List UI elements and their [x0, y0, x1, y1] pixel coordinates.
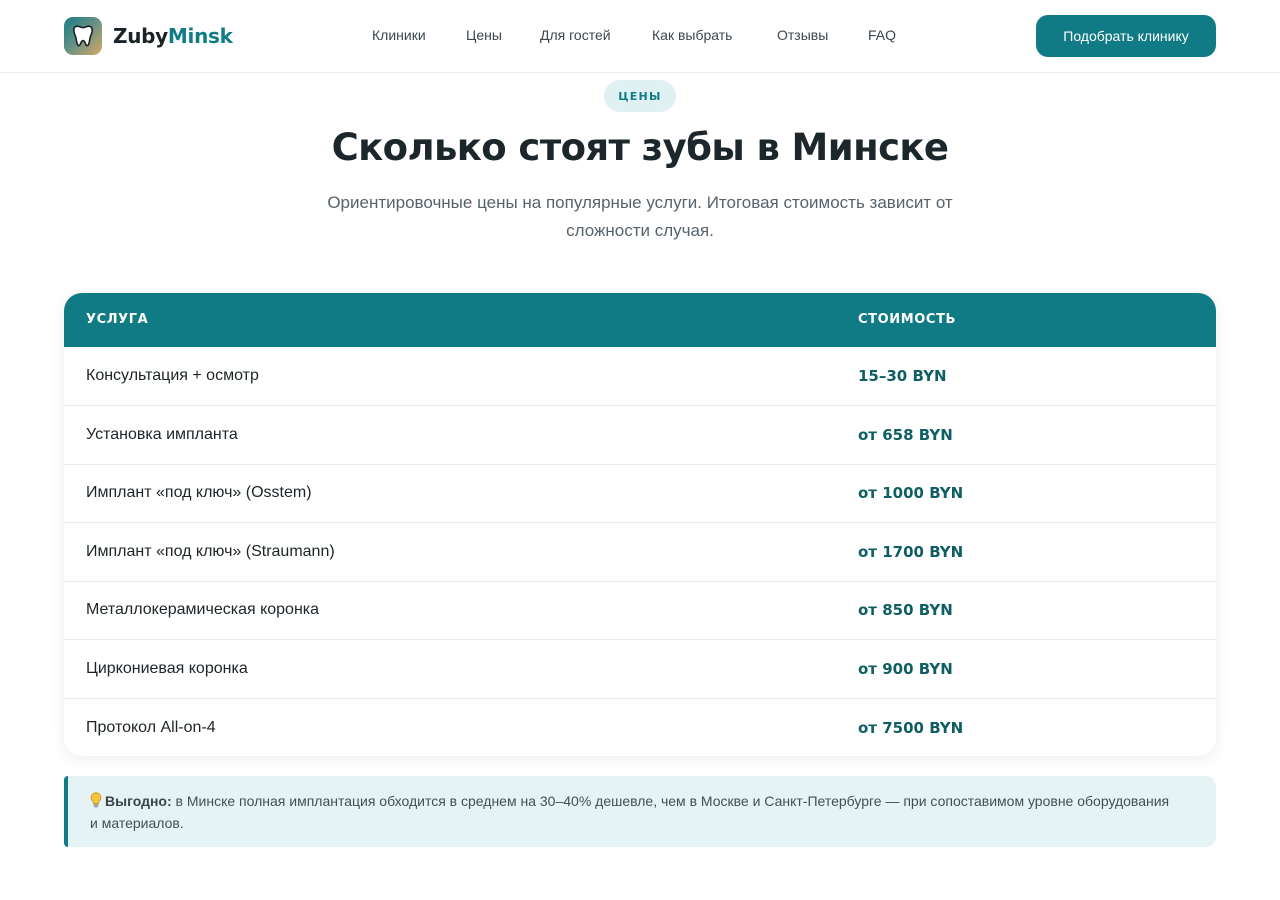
service-name: Циркониевая коронка [86, 660, 248, 677]
table-row: Циркониевая коронка от 900 BYN [64, 640, 1216, 699]
service-name: Установка импланта [86, 426, 238, 443]
service-price: от 850 BYN [858, 601, 953, 619]
table-row: Имплант «под ключ» (Osstem) от 1000 BYN [64, 464, 1216, 523]
nav-link-for-guests[interactable]: Для гостей [540, 27, 611, 43]
brand-name-part1: Zuby [113, 24, 168, 48]
page-subtitle: Ориентировочные цены на популярные услуг… [327, 193, 953, 240]
brand-name-part2: Minsk [167, 24, 233, 48]
page-title: Сколько стоят зубы в Минске [331, 126, 949, 169]
service-price: от 900 BYN [858, 660, 953, 678]
nav-link-reviews[interactable]: Отзывы [777, 27, 828, 43]
logo[interactable]: ZubyMinsk [64, 17, 233, 55]
site-header: ZubyMinsk Клиники Цены Для гостей Как вы… [0, 0, 1280, 73]
nav-link-prices[interactable]: Цены [466, 27, 502, 43]
table-row: Металлокерамическая коронка от 850 BYN [64, 581, 1216, 640]
column-header-service: УСЛУГА [86, 312, 149, 327]
table-row: Протокол All-on-4 от 7500 BYN [64, 699, 1216, 756]
table-row: Имплант «под ключ» (Straumann) от 1700 B… [64, 523, 1216, 582]
service-price: от 1000 BYN [858, 484, 964, 502]
nav-link-how-to-choose[interactable]: Как выбрать [652, 27, 732, 43]
savings-callout-label: Выгодно: [105, 793, 172, 809]
service-name: Протокол All-on-4 [86, 719, 216, 736]
service-price: 15–30 BYN [858, 367, 947, 385]
service-name: Металлокерамическая коронка [86, 601, 320, 618]
service-price: от 7500 BYN [858, 719, 964, 737]
brand-name: ZubyMinsk [113, 24, 233, 48]
tooth-icon [64, 17, 102, 55]
savings-callout-text: Выгодно: в Минске полная имплантация обх… [90, 790, 1180, 834]
find-clinic-button[interactable]: Подобрать клинику [1036, 15, 1216, 57]
section-badge: ЦЕНЫ [604, 80, 676, 112]
service-price: от 658 BYN [858, 426, 953, 444]
lightbulb-icon [90, 792, 102, 808]
table-row: Консультация + осмотр 15–30 BYN [64, 347, 1216, 406]
service-name: Имплант «под ключ» (Straumann) [86, 543, 335, 560]
column-header-price: СТОИМОСТЬ [858, 312, 957, 327]
savings-callout-message: в Минске полная имплантация обходится в … [90, 793, 1170, 831]
nav-link-faq[interactable]: FAQ [868, 27, 896, 43]
savings-callout: Выгодно: в Минске полная имплантация обх… [64, 776, 1216, 847]
table-header: УСЛУГА СТОИМОСТЬ [64, 293, 1216, 347]
nav-link-clinics[interactable]: Клиники [372, 27, 426, 43]
table-row: Установка импланта от 658 BYN [64, 406, 1216, 465]
service-name: Имплант «под ключ» (Osstem) [86, 484, 312, 501]
service-name: Консультация + осмотр [86, 367, 259, 384]
service-price: от 1700 BYN [858, 543, 964, 561]
price-table: УСЛУГА СТОИМОСТЬ Консультация + осмотр 1… [64, 293, 1216, 756]
